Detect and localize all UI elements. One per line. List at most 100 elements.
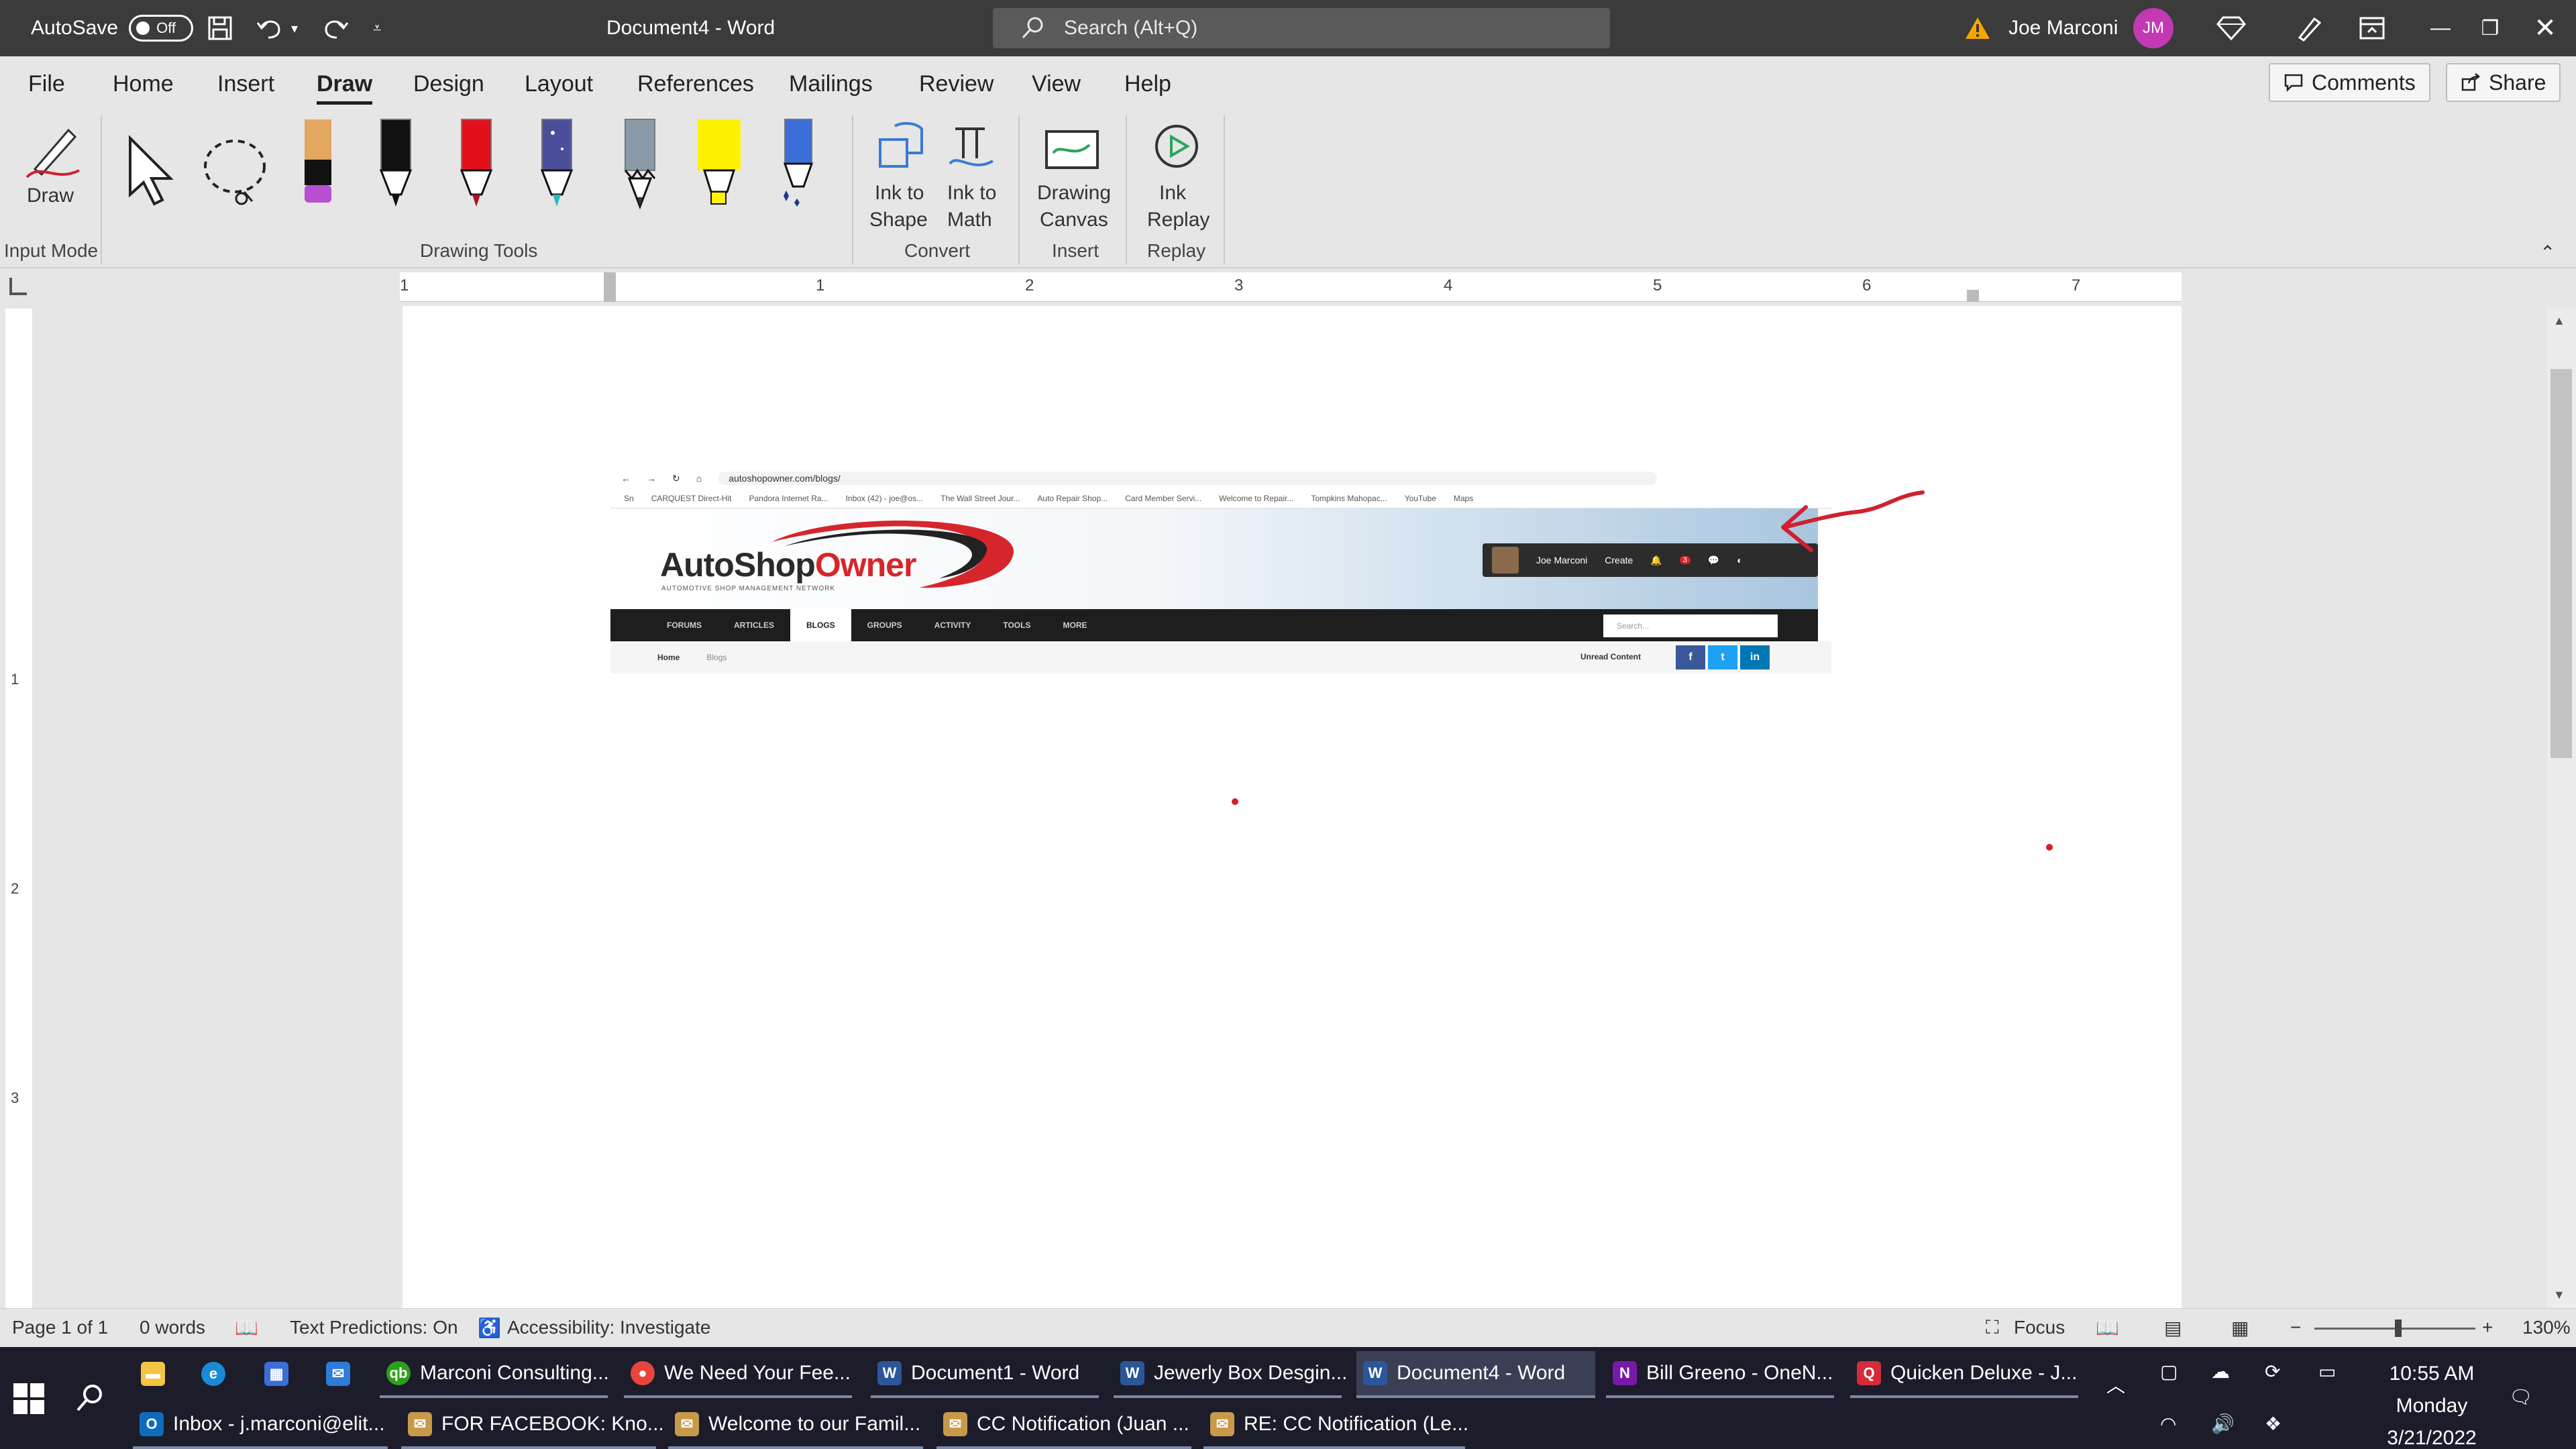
sync-icon[interactable]: ⟳: [2265, 1360, 2280, 1383]
focus-mode[interactable]: Focus: [2014, 1317, 2065, 1338]
pen-tan-purple-icon[interactable]: [298, 117, 338, 211]
redo-icon[interactable]: [319, 0, 350, 56]
accessibility-status[interactable]: Accessibility: Investigate: [507, 1317, 710, 1338]
ink-to-shape-button[interactable]: Ink to Shape: [869, 118, 934, 239]
taskbar-app-outlook-inbox[interactable]: O Inbox - j.marconi@elit...: [133, 1402, 388, 1449]
tab-layout[interactable]: Layout: [525, 71, 593, 97]
tab-home[interactable]: Home: [113, 71, 174, 97]
ink-dot[interactable]: [1232, 798, 1238, 805]
vertical-scrollbar[interactable]: ▲ ▼: [2546, 309, 2576, 1308]
tab-file[interactable]: File: [28, 71, 65, 97]
account-name[interactable]: Joe Marconi: [2008, 0, 2118, 56]
autosave-toggle[interactable]: Off: [129, 15, 194, 42]
taskbar-app-quicken[interactable]: Q Quicken Deluxe - J...: [1850, 1351, 2078, 1398]
read-mode-icon[interactable]: 📖: [2096, 1317, 2119, 1339]
tab-design[interactable]: Design: [413, 71, 484, 97]
taskbar-app-document4[interactable]: W Document4 - Word: [1356, 1351, 1595, 1398]
scrollbar-thumb[interactable]: [2551, 369, 2572, 758]
tab-mailings[interactable]: Mailings: [789, 71, 873, 97]
tab-help[interactable]: Help: [1124, 71, 1171, 97]
accessibility-icon[interactable]: ♿: [478, 1317, 501, 1339]
account-avatar[interactable]: JM: [2133, 8, 2174, 48]
zoom-in-button[interactable]: +: [2482, 1317, 2493, 1338]
pencil-gray-icon[interactable]: [620, 117, 660, 211]
page-count[interactable]: Page 1 of 1: [12, 1317, 108, 1338]
store-icon[interactable]: ▦: [264, 1362, 288, 1386]
mail-icon[interactable]: ✉: [326, 1362, 350, 1386]
action-pen-icon[interactable]: [778, 117, 818, 211]
drawing-canvas-button[interactable]: Drawing Canvas: [1033, 118, 1114, 239]
ink-arrow-annotation[interactable]: [1771, 483, 1932, 564]
scroll-down-arrow-icon[interactable]: ▼: [2553, 1288, 2565, 1302]
zoom-level[interactable]: 130%: [2522, 1317, 2571, 1338]
meet-now-icon[interactable]: ▢: [2160, 1360, 2178, 1383]
taskbar-app-chrome[interactable]: ● We Need Your Fee...: [624, 1351, 852, 1398]
lasso-select-tool[interactable]: [200, 137, 274, 214]
undo-icon[interactable]: [255, 0, 286, 56]
collapse-ribbon-icon[interactable]: ⌃: [2540, 241, 2555, 264]
text-predictions-status[interactable]: Text Predictions: On: [290, 1317, 458, 1338]
save-icon[interactable]: [207, 0, 233, 56]
designer-pen-icon[interactable]: [2294, 0, 2324, 56]
taskbar-search-button[interactable]: [74, 1382, 106, 1417]
horizontal-ruler[interactable]: 1 1 2 3 4 5 6 7: [400, 272, 2182, 302]
share-button[interactable]: Share: [2446, 63, 2561, 102]
ink-to-math-button[interactable]: Ink to Math: [942, 118, 1002, 239]
taskbar-app-email-welcome[interactable]: ✉ Welcome to our Famil...: [668, 1402, 923, 1449]
document-page[interactable]: [402, 306, 2182, 1308]
vertical-ruler[interactable]: 1 2 3: [5, 309, 32, 1308]
tab-review[interactable]: Review: [919, 71, 994, 97]
pen-red-icon[interactable]: [456, 117, 496, 211]
taskbar-clock[interactable]: 10:55 AM Monday 3/21/2022: [2368, 1358, 2496, 1449]
start-button[interactable]: [13, 1383, 44, 1417]
draw-button[interactable]: Draw: [19, 118, 83, 239]
select-objects-tool[interactable]: [125, 134, 178, 211]
left-indent-marker[interactable]: [604, 272, 616, 302]
highlighter-yellow-icon[interactable]: [695, 117, 743, 211]
tab-draw[interactable]: Draw: [317, 71, 373, 105]
autosave-control[interactable]: AutoSave Off: [31, 0, 194, 56]
focus-icon[interactable]: ⛶: [1986, 1317, 1999, 1339]
proofing-book-icon[interactable]: 📖: [235, 1317, 258, 1339]
taskbar-app-jewelry-box[interactable]: W Jewerly Box Desgin...: [1114, 1351, 1347, 1398]
close-button[interactable]: ✕: [2517, 0, 2573, 56]
ribbon-display-icon[interactable]: [2359, 0, 2385, 56]
tab-view[interactable]: View: [1032, 71, 1081, 97]
pen-galaxy-icon[interactable]: [537, 117, 577, 211]
warning-icon[interactable]: [1964, 0, 1991, 56]
undo-dropdown-icon[interactable]: ▾: [291, 0, 298, 56]
embedded-screenshot-image[interactable]: ← → ↻ ⌂ autoshopowner.com/blogs/ Sn CARQ…: [610, 468, 1831, 674]
taskbar-app-email-cc-juan[interactable]: ✉ CC Notification (Juan ...: [936, 1402, 1191, 1449]
volume-icon[interactable]: 🔊: [2211, 1413, 2235, 1435]
dropbox-icon[interactable]: ❖: [2265, 1413, 2282, 1435]
word-count[interactable]: 0 words: [140, 1317, 205, 1338]
comments-button[interactable]: Comments: [2269, 63, 2430, 102]
taskbar-app-document1[interactable]: W Document1 - Word: [871, 1351, 1099, 1398]
battery-icon[interactable]: ▭: [2318, 1360, 2336, 1383]
right-indent-marker[interactable]: [1967, 290, 1979, 302]
print-layout-icon[interactable]: ▤: [2164, 1317, 2182, 1339]
premium-diamond-icon[interactable]: [2216, 0, 2246, 56]
taskbar-app-onenote[interactable]: N Bill Greeno - OneN...: [1606, 1351, 1834, 1398]
minimize-button[interactable]: —: [2412, 0, 2469, 56]
tab-selector[interactable]: [9, 278, 27, 295]
taskbar-app-quickbooks[interactable]: qb Marconi Consulting...: [380, 1351, 609, 1398]
onedrive-cloud-icon[interactable]: ☁: [2211, 1360, 2230, 1383]
ink-dot[interactable]: [2046, 844, 2053, 851]
ink-replay-button[interactable]: Ink Replay: [1140, 118, 1214, 239]
notifications-icon[interactable]: 🗨: [2509, 1386, 2533, 1408]
zoom-slider[interactable]: [2314, 1320, 2475, 1337]
taskbar-app-email-facebook[interactable]: ✉ FOR FACEBOOK: Kno...: [401, 1402, 664, 1449]
file-explorer-icon[interactable]: ▬: [141, 1362, 165, 1386]
show-hidden-icons-chevron-icon[interactable]: ︿: [2106, 1371, 2125, 1398]
edge-icon[interactable]: e: [201, 1362, 225, 1386]
search-box[interactable]: Search (Alt+Q): [993, 8, 1610, 48]
tab-insert[interactable]: Insert: [217, 71, 274, 97]
zoom-out-button[interactable]: −: [2290, 1317, 2301, 1338]
zoom-slider-thumb[interactable]: [2395, 1320, 2402, 1337]
restore-button[interactable]: ❐: [2462, 0, 2518, 56]
taskbar-app-email-cc-le[interactable]: ✉ RE: CC Notification (Le...: [1203, 1402, 1468, 1449]
scroll-up-arrow-icon[interactable]: ▲: [2553, 314, 2565, 328]
tab-references[interactable]: References: [637, 71, 754, 97]
wifi-icon[interactable]: ◠: [2160, 1413, 2176, 1435]
